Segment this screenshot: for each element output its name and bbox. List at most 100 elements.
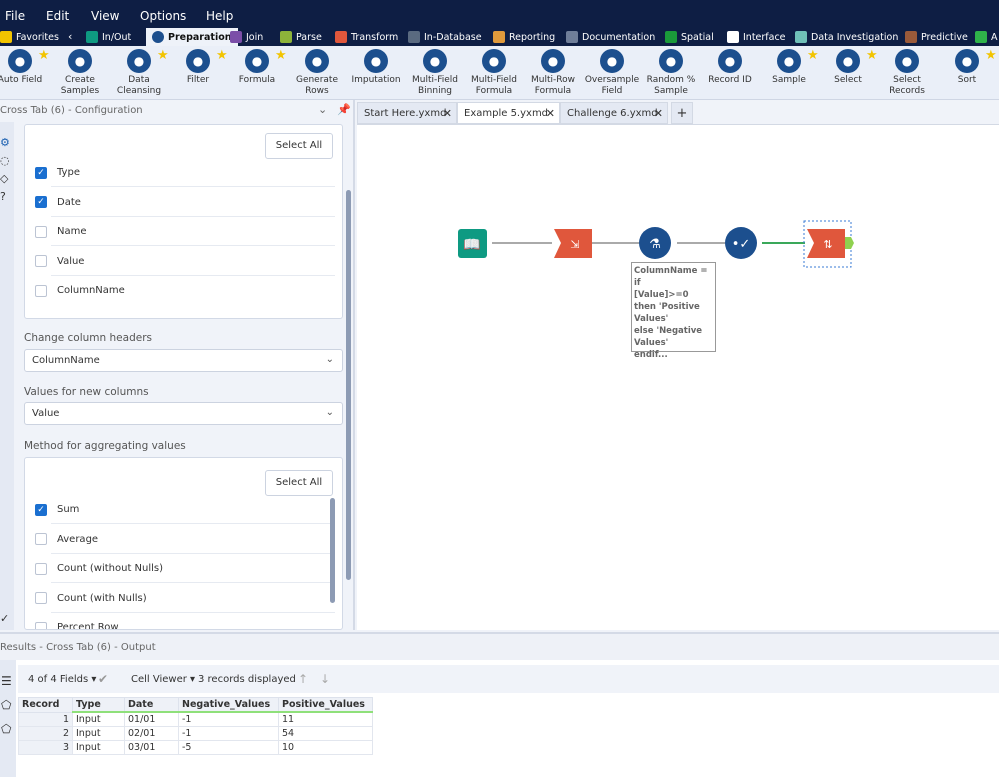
category-tab-interface[interactable]: Interface [727,28,786,46]
checkbox[interactable] [35,284,47,297]
check-circle-icon[interactable]: ✓ [0,612,9,625]
checkbox[interactable] [35,621,47,629]
tab-example-5[interactable]: Example 5.yxmd ✕ [457,102,560,124]
field-checkbox-row[interactable]: ✓ Date [35,188,335,217]
close-icon[interactable]: ✕ [654,107,663,120]
check-icon[interactable]: ✔ [98,672,108,686]
tool-create-samples[interactable]: ● Create Samples [50,49,110,97]
favorite-star-icon[interactable]: ★ [807,48,819,63]
column-header[interactable]: Date [124,697,179,713]
category-tab-parse[interactable]: Parse [280,28,322,46]
chevron-down-icon[interactable]: ⌄ [318,103,327,116]
new-tab-button[interactable]: + [671,102,693,124]
tool-oversample-field[interactable]: ● Oversample Field [582,49,642,97]
output-anchor-icon[interactable]: ⬠ [1,722,11,736]
column-header[interactable]: Type [72,697,125,713]
checkbox[interactable] [35,533,47,545]
fields-dropdown[interactable]: 4 of 4 Fields ▾ [28,674,96,685]
column-header[interactable]: Negative_Values [178,697,279,713]
column-headers-dropdown[interactable]: ColumnName ⌄ [24,349,343,372]
menu-help[interactable]: Help [206,9,233,23]
chevron-left-icon[interactable]: ‹ [68,30,72,43]
column-header[interactable]: Record [18,697,73,713]
checkbox[interactable] [35,225,47,238]
field-checkbox-row[interactable]: ✓ Type [35,158,335,187]
tab-challenge-6[interactable]: Challenge 6.yxmd ✕ [560,102,668,124]
field-checkbox-row[interactable]: Count (without Nulls) [35,554,335,583]
field-checkbox-row[interactable]: Value [35,247,335,276]
input-anchor-icon[interactable]: ⬠ [1,698,11,712]
field-checkbox-row[interactable]: Count (with Nulls) [35,584,335,613]
values-dropdown[interactable]: Value ⌄ [24,402,343,425]
category-tab-join[interactable]: Join [230,28,263,46]
checkbox[interactable]: ✓ [35,166,47,179]
field-checkbox-row[interactable]: ColumnName [35,276,335,305]
tool-multi-row-formula[interactable]: ● Multi-Row Formula [523,49,583,97]
column-header[interactable]: Positive_Values [278,697,373,713]
field-checkbox-row[interactable]: Percent Row [35,613,335,629]
field-checkbox-row[interactable]: Name [35,217,335,246]
tag-icon[interactable]: ◇ [0,172,8,185]
checkbox[interactable] [35,255,47,267]
input-tool-icon[interactable]: 📖 [458,229,487,258]
checkbox[interactable] [35,592,47,604]
help-icon[interactable]: ? [0,190,6,203]
tool-imputation[interactable]: ● Imputation [346,49,406,86]
arrow-down-icon[interactable]: ↓ [320,672,330,686]
select-all-button[interactable]: Select All [265,133,333,159]
tool-multi-field-formula[interactable]: ● Multi-Field Formula [464,49,524,97]
workflow-canvas[interactable]: 📖 ⇲ ⚗ •✓ ⇅ [357,124,999,630]
checkbox[interactable]: ✓ [35,196,47,208]
formula-tool-icon[interactable]: ⚗ [639,227,671,259]
table-row[interactable]: 2 Input 02/01 -1 54 [18,726,373,741]
config-scrollbar[interactable] [346,190,351,580]
arrow-up-icon[interactable]: ↑ [298,672,308,686]
tool-select-records[interactable]: ● Select Records [877,49,937,97]
favorite-star-icon[interactable]: ★ [216,48,228,63]
cross-tab-tool-icon[interactable]: ⇅ [807,229,845,258]
category-tab-reporting[interactable]: Reporting [493,28,555,46]
tool-multi-field-binning[interactable]: ● Multi-Field Binning [405,49,465,97]
favorite-star-icon[interactable]: ★ [157,48,169,63]
field-checkbox-row[interactable]: ✓ Sum [35,495,335,524]
favorite-star-icon[interactable]: ★ [38,48,50,63]
cell-viewer-dropdown[interactable]: Cell Viewer ▾ [131,674,195,685]
category-tab-predictive[interactable]: Predictive [905,28,968,46]
tool-generate-rows[interactable]: ● Generate Rows [287,49,347,97]
menu-view[interactable]: View [91,9,119,23]
tab-start-here[interactable]: Start Here.yxmd ✕ [357,102,457,124]
checkbox[interactable]: ✓ [35,503,47,516]
menu-options[interactable]: Options [140,9,186,23]
category-tab-in-database[interactable]: In-Database [408,28,482,46]
category-tab-documentation[interactable]: Documentation [566,28,655,46]
pin-icon[interactable]: 📌 [337,103,351,116]
favorite-star-icon[interactable]: ★ [866,48,878,63]
output-anchor[interactable] [845,237,854,249]
gear-icon[interactable]: ⚙ [0,136,10,149]
select-all-button[interactable]: Select All [265,470,333,496]
table-row[interactable]: 3 Input 03/01 -5 10 [18,740,373,755]
favorite-star-icon[interactable]: ★ [985,48,997,63]
category-tab-in-out[interactable]: In/Out [86,28,131,46]
text-to-columns-tool-icon[interactable]: ⇲ [554,229,592,258]
close-icon[interactable]: ✕ [443,107,452,120]
category-tab-spatial[interactable]: Spatial [665,28,714,46]
category-tab-data-investigation[interactable]: Data Investigation [795,28,898,46]
tool-record-id[interactable]: ● Record ID [700,49,760,86]
category-tab-favorites[interactable]: Favorites [0,28,59,46]
favorite-star-icon[interactable]: ★ [275,48,287,63]
method-scrollbar[interactable] [330,498,335,603]
menu-file[interactable]: File [5,9,25,23]
list-icon[interactable]: ☰ [1,674,12,688]
table-row[interactable]: 1 Input 01/01 -1 11 [18,711,373,727]
field-checkbox-row[interactable]: Average [35,525,335,554]
category-tab-preparation[interactable]: Preparation [146,28,238,46]
select-tool-icon[interactable]: •✓ [725,227,757,259]
category-tab-transform[interactable]: Transform [335,28,398,46]
connection-icon[interactable]: ◌ [0,154,10,167]
tool-random-sample[interactable]: ● Random % Sample [641,49,701,97]
close-icon[interactable]: ✕ [546,107,555,120]
checkbox[interactable] [35,562,47,575]
menu-edit[interactable]: Edit [46,9,69,23]
category-tab-a[interactable]: A [975,28,998,46]
